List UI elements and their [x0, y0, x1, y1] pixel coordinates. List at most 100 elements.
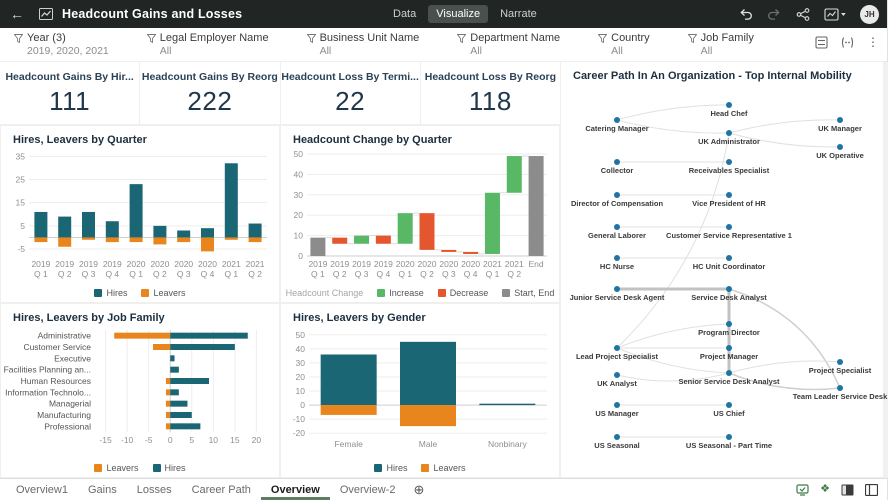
- legend-item[interactable]: Leavers: [94, 463, 138, 473]
- tab-overview1[interactable]: Overview1: [6, 479, 78, 500]
- kpi-tile[interactable]: Headcount Loss By Reorg118: [421, 62, 560, 124]
- bar[interactable]: [170, 378, 209, 384]
- nav-visualize[interactable]: Visualize: [428, 5, 488, 23]
- tile-hires-leavers-by-gender[interactable]: Hires, Leavers by Gender HiresLeavers -2…: [281, 304, 559, 477]
- waterfall-bar[interactable]: [332, 238, 347, 244]
- tile-hires-leavers-by-quarter[interactable]: Hires, Leavers by Quarter HiresLeavers -…: [1, 126, 279, 302]
- tile-headcount-change-by-quarter[interactable]: Headcount Change by Quarter Headcount Ch…: [281, 126, 559, 302]
- bar[interactable]: [106, 221, 119, 237]
- bar[interactable]: [58, 237, 71, 246]
- nav-data[interactable]: Data: [385, 5, 424, 23]
- bar[interactable]: [58, 217, 71, 238]
- waterfall-bar[interactable]: [310, 238, 325, 256]
- bar[interactable]: [201, 237, 214, 251]
- node-general-laborer[interactable]: [614, 224, 620, 230]
- kebab-menu-icon[interactable]: ⋮: [867, 35, 879, 49]
- bar[interactable]: [177, 231, 190, 238]
- node-hc-unit-coordinator[interactable]: [726, 255, 732, 261]
- kpi-tile[interactable]: Headcount Gains By Hir...111: [0, 62, 139, 124]
- node-director-of-compensation[interactable]: [614, 192, 620, 198]
- node-senior-service-desk-analyst[interactable]: [726, 370, 732, 376]
- waterfall-bar[interactable]: [529, 156, 544, 256]
- node-head-chef[interactable]: [726, 102, 732, 108]
- bar[interactable]: [82, 212, 95, 238]
- tab-gains[interactable]: Gains: [78, 479, 127, 500]
- grammar-panel-icon[interactable]: [841, 484, 854, 496]
- bar[interactable]: [170, 344, 235, 350]
- tab-career-path[interactable]: Career Path: [182, 479, 261, 500]
- add-canvas-icon[interactable]: ⊕: [405, 479, 432, 500]
- node-team-leader-service-desk[interactable]: [837, 385, 843, 391]
- node-uk-analyst[interactable]: [614, 372, 620, 378]
- save-menu-icon[interactable]: [824, 8, 846, 21]
- bar[interactable]: [170, 412, 192, 418]
- legend-item[interactable]: Hires: [374, 463, 407, 473]
- node-program-director[interactable]: [726, 321, 732, 327]
- waterfall-bar[interactable]: [463, 252, 478, 254]
- filter-department-name[interactable]: Department NameAll: [457, 32, 560, 57]
- node-uk-operative[interactable]: [837, 144, 843, 150]
- bar[interactable]: [170, 333, 248, 339]
- auto-insights-icon[interactable]: ❖: [820, 484, 830, 495]
- tab-overview-2[interactable]: Overview-2: [330, 479, 406, 500]
- waterfall-bar[interactable]: [441, 250, 456, 252]
- bar[interactable]: [166, 378, 170, 384]
- kpi-tile[interactable]: Headcount Gains By Reorg222: [140, 62, 279, 124]
- bar[interactable]: [34, 212, 47, 238]
- bar[interactable]: [114, 333, 170, 339]
- waterfall-bar[interactable]: [420, 213, 435, 250]
- undo-icon[interactable]: [738, 8, 753, 21]
- limit-values-icon[interactable]: [815, 36, 828, 49]
- headcount_change_quarter-plot[interactable]: 010203040502019Q 12019Q 22019Q 32019Q 42…: [283, 148, 555, 284]
- node-us-manager[interactable]: [614, 402, 620, 408]
- hires_leavers_quarter-plot[interactable]: -551525352019Q 12019Q 22019Q 32019Q 4202…: [3, 148, 275, 284]
- bar[interactable]: [249, 224, 262, 238]
- bar[interactable]: [400, 405, 456, 426]
- node-us-chief[interactable]: [726, 402, 732, 408]
- bar[interactable]: [225, 237, 238, 239]
- redo-icon[interactable]: [767, 8, 782, 21]
- bar[interactable]: [153, 237, 166, 244]
- bar[interactable]: [225, 163, 238, 237]
- tile-hires-leavers-by-job-family[interactable]: Hires, Leavers by Job Family LeaversHire…: [1, 304, 279, 477]
- bar[interactable]: [170, 423, 200, 429]
- node-hc-nurse[interactable]: [614, 255, 620, 261]
- bar[interactable]: [177, 237, 190, 242]
- bar[interactable]: [170, 389, 179, 395]
- legend-item[interactable]: Leavers: [421, 463, 465, 473]
- bar[interactable]: [170, 367, 179, 373]
- node-receivables-specialist[interactable]: [726, 159, 732, 165]
- hires_leavers_job_family-plot[interactable]: -15-10-505101520AdministrativeCustomer S…: [3, 326, 275, 454]
- node-catering-manager[interactable]: [614, 117, 620, 123]
- node-uk-manager[interactable]: [837, 117, 843, 123]
- waterfall-bar[interactable]: [485, 193, 500, 254]
- quality-insights-icon[interactable]: [796, 484, 809, 496]
- bar[interactable]: [201, 228, 214, 237]
- filter-country[interactable]: CountryAll: [598, 32, 650, 57]
- bar[interactable]: [34, 237, 47, 242]
- legend-item[interactable]: Start, End: [502, 288, 554, 298]
- bar[interactable]: [82, 237, 95, 239]
- legend-item[interactable]: Headcount Change: [286, 288, 364, 298]
- legend-item[interactable]: Hires: [153, 463, 186, 473]
- node-us-seasonal[interactable]: [614, 434, 620, 440]
- waterfall-bar[interactable]: [376, 236, 391, 244]
- nav-narrate[interactable]: Narrate: [492, 5, 545, 23]
- filter-business-unit-name[interactable]: Business Unit NameAll: [307, 32, 420, 57]
- career_path-plot[interactable]: Catering ManagerHead ChefUK ManagerUK Ad…: [563, 82, 881, 474]
- legend-item[interactable]: Decrease: [438, 288, 489, 298]
- node-collector[interactable]: [614, 159, 620, 165]
- hires_leavers_gender-plot[interactable]: -20-1001020304050FemaleMaleNonbinary: [283, 326, 555, 454]
- legend-item[interactable]: Increase: [377, 288, 424, 298]
- filter-legal-employer-name[interactable]: Legal Employer NameAll: [147, 32, 269, 57]
- node-project-manager[interactable]: [726, 345, 732, 351]
- bar[interactable]: [400, 342, 456, 405]
- waterfall-bar[interactable]: [507, 156, 522, 193]
- node-uk-administrator[interactable]: [726, 130, 732, 136]
- tab-overview[interactable]: Overview: [261, 479, 330, 500]
- avatar[interactable]: JH: [860, 5, 879, 24]
- filter-job-family[interactable]: Job FamilyAll: [688, 32, 754, 57]
- node-project-specialist[interactable]: [837, 359, 843, 365]
- bar[interactable]: [166, 389, 170, 395]
- bar[interactable]: [166, 412, 170, 418]
